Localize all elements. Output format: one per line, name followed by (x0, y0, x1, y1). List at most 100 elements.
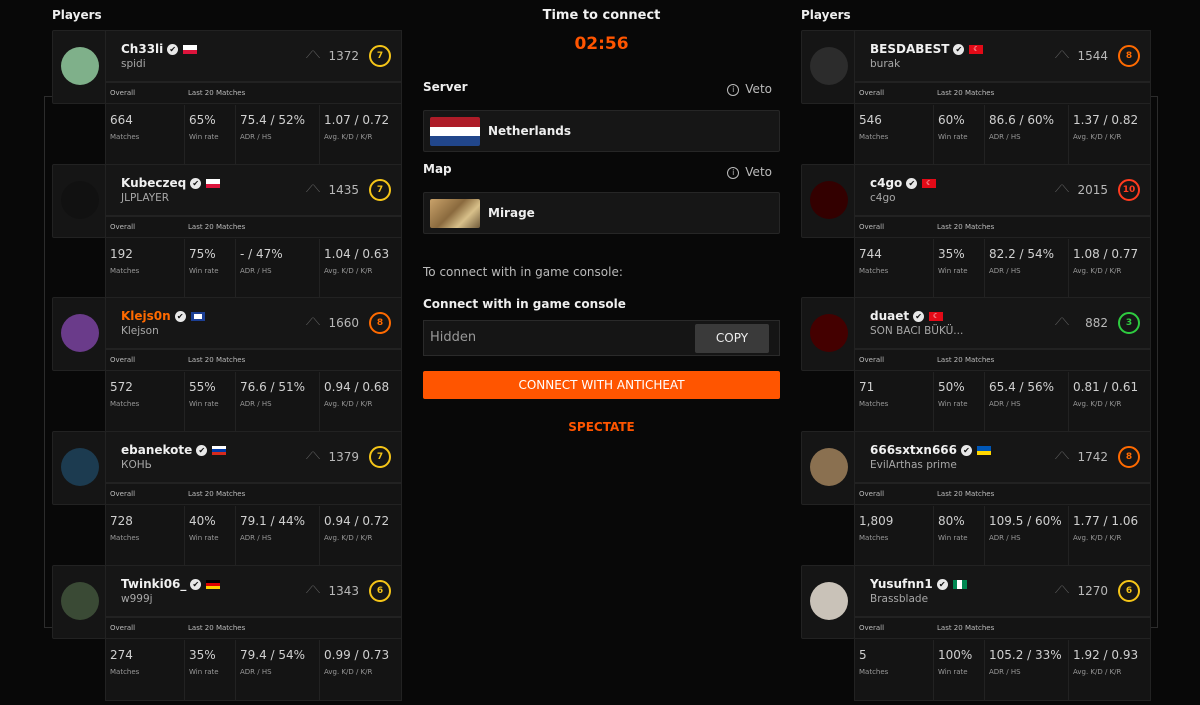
player-header: Twinki06_ ✔ w999j ⟋⟍ 1343 6 (105, 565, 402, 617)
map-select[interactable]: Mirage (423, 192, 780, 234)
player-card[interactable]: Kubeczeq ✔ JLPLAYER ⟋⟍ 1435 7 Overall Las… (52, 164, 402, 300)
avatar[interactable] (61, 582, 99, 620)
player-name[interactable]: BESDABEST ✔ ☾ (870, 42, 984, 56)
stat-value: 86.6 / 60% (989, 113, 1055, 127)
player-name[interactable]: Ch33li ✔ (121, 42, 198, 56)
stat-label: ADR / HS (989, 400, 1021, 408)
stat-value: 65% (189, 113, 216, 127)
stat-label: ADR / HS (989, 534, 1021, 542)
server-select[interactable]: Netherlands (423, 110, 780, 152)
avatar[interactable] (810, 47, 848, 85)
player-header: ebanekote ✔ КОНЬ ⟋⟍ 1379 7 (105, 431, 402, 483)
player-card[interactable]: Ch33li ✔ spidi ⟋⟍ 1372 7 Overall Last 20 … (52, 30, 402, 166)
elo-value: 882 (1085, 316, 1108, 330)
elo-value: 1660 (328, 316, 359, 330)
stat-value: 5 (859, 648, 867, 662)
player-card[interactable]: Yusufnn1 ✔ Brassblade ⟋⟍ 1270 6 Overall L… (801, 565, 1151, 701)
avatar[interactable] (61, 181, 99, 219)
elo-value: 2015 (1077, 183, 1108, 197)
player-subname: EvilArthas prime (870, 459, 957, 471)
stat-value: 1.04 / 0.63 (324, 247, 390, 261)
player-card[interactable]: duaet ✔ ☾ SON BACI BÜKÜ... ⟋⟍ 882 3 Overal… (801, 297, 1151, 433)
spectate-button[interactable]: SPECTATE (423, 420, 780, 434)
player-name-text: BESDABEST (870, 42, 950, 56)
player-name[interactable]: Kubeczeq ✔ (121, 176, 221, 190)
trend-icon: ⟋⟍ (1055, 50, 1069, 61)
verified-icon: ✔ (190, 178, 202, 189)
turkey-flag-icon: ☾ (922, 179, 937, 188)
player-card[interactable]: c4go ✔ ☾ c4go ⟋⟍ 2015 10 Overall Last 20 M… (801, 164, 1151, 300)
nigeria-flag-icon (952, 580, 967, 589)
copy-button[interactable]: COPY (695, 324, 769, 353)
player-stats: Overall Last 20 Matches 744 Matches 35% … (854, 216, 1151, 300)
player-subname: КОНЬ (121, 459, 152, 471)
stat-label: Win rate (938, 534, 968, 542)
avatar[interactable] (810, 314, 848, 352)
player-card[interactable]: Klejs0n ✔ Klejson ⟋⟍ 1660 8 Overall Last … (52, 297, 402, 433)
player-name[interactable]: Yusufnn1 ✔ (870, 577, 967, 591)
stat-kd-kr: 1.08 / 0.77 Avg. K/D / K/R (1068, 239, 1152, 299)
stat-value: 0.81 / 0.61 (1073, 380, 1139, 394)
player-name[interactable]: duaet ✔ ☾ (870, 309, 944, 323)
avatar-frame (52, 431, 106, 505)
trend-icon: ⟋⟍ (1055, 585, 1069, 596)
stat-value: 0.94 / 0.72 (324, 514, 390, 528)
skill-level-badge: 8 (1118, 446, 1140, 468)
recent-header: Last 20 Matches (937, 356, 995, 364)
player-header: c4go ✔ ☾ c4go ⟋⟍ 2015 10 (854, 164, 1151, 216)
connect-anticheat-button[interactable]: CONNECT WITH ANTICHEAT (423, 371, 780, 399)
player-card[interactable]: Twinki06_ ✔ w999j ⟋⟍ 1343 6 Overall Last … (52, 565, 402, 701)
left-team-label: Players (52, 8, 102, 22)
turkey-flag-icon: ☾ (929, 312, 944, 321)
player-name-text: duaet (870, 309, 910, 323)
player-name[interactable]: Klejs0n ✔ (121, 309, 205, 323)
player-header: 666sxtxn666 ✔ EvilArthas prime ⟋⟍ 1742 8 (854, 431, 1151, 483)
console-command-input[interactable]: Hidden (430, 330, 680, 345)
avatar[interactable] (61, 47, 99, 85)
stat-matches: 728 Matches (106, 506, 184, 566)
recent-header: Last 20 Matches (188, 490, 246, 498)
stat-value: 274 (110, 648, 133, 662)
player-name[interactable]: ebanekote ✔ (121, 443, 227, 457)
player-card[interactable]: 666sxtxn666 ✔ EvilArthas prime ⟋⟍ 1742 8 … (801, 431, 1151, 567)
stat-value: 50% (938, 380, 965, 394)
divider (106, 237, 401, 238)
poland-flag-icon (206, 179, 221, 188)
stat-label: ADR / HS (240, 133, 272, 141)
avatar[interactable] (61, 314, 99, 352)
trend-icon: ⟋⟍ (306, 50, 320, 61)
stat-kd-kr: 0.94 / 0.68 Avg. K/D / K/R (319, 372, 403, 432)
stat-matches: 546 Matches (855, 105, 933, 165)
trend-icon: ⟋⟍ (1055, 451, 1069, 462)
player-card[interactable]: ebanekote ✔ КОНЬ ⟋⟍ 1379 7 Overall Last 2… (52, 431, 402, 567)
overall-header: Overall (110, 356, 136, 364)
avatar[interactable] (810, 181, 848, 219)
stat-winrate: 60% Win rate (933, 105, 984, 165)
stat-label: ADR / HS (989, 668, 1021, 676)
mirage-map-thumbnail (430, 199, 480, 228)
stat-winrate: 80% Win rate (933, 506, 984, 566)
avatar[interactable] (810, 448, 848, 486)
server-veto-button[interactable]: i Veto (727, 82, 772, 96)
player-name[interactable]: c4go ✔ ☾ (870, 176, 937, 190)
stat-label: Matches (110, 534, 140, 542)
player-header: Ch33li ✔ spidi ⟋⟍ 1372 7 (105, 30, 402, 82)
player-name-text: Kubeczeq (121, 176, 187, 190)
player-stats: Overall Last 20 Matches 274 Matches 35% … (105, 617, 402, 701)
player-card[interactable]: BESDABEST ✔ ☾ burak ⟋⟍ 1544 8 Overall Last… (801, 30, 1151, 166)
stat-label: Avg. K/D / K/R (324, 534, 373, 542)
poland-flag-icon (183, 45, 198, 54)
avatar[interactable] (810, 582, 848, 620)
avatar-frame (801, 297, 855, 371)
player-name[interactable]: 666sxtxn666 ✔ (870, 443, 991, 457)
elo-value: 1270 (1077, 584, 1108, 598)
player-name[interactable]: Twinki06_ ✔ (121, 577, 221, 591)
divider (106, 638, 401, 639)
stat-value: 1.92 / 0.93 (1073, 648, 1139, 662)
avatar[interactable] (61, 448, 99, 486)
verified-icon: ✔ (936, 579, 948, 590)
map-veto-button[interactable]: i Veto (727, 165, 772, 179)
germany-flag-icon (206, 580, 221, 589)
stat-kd-kr: 1.92 / 0.93 Avg. K/D / K/R (1068, 640, 1152, 700)
stat-kd-kr: 1.77 / 1.06 Avg. K/D / K/R (1068, 506, 1152, 566)
